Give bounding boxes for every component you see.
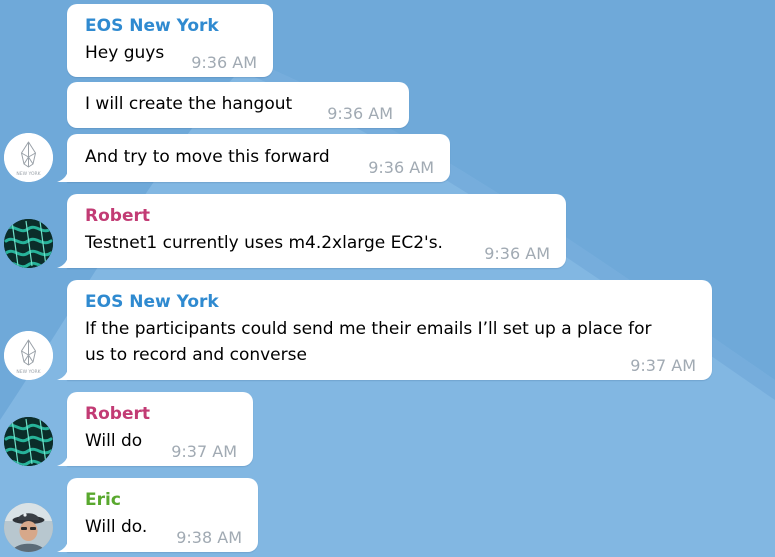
message-time: 9:36 AM [368, 158, 434, 177]
eos-new-york-logo-icon: NEW YORK [4, 133, 53, 182]
message-time: 9:36 AM [484, 244, 550, 263]
avatar-caption: NEW YORK [16, 369, 41, 375]
message-text: I will create the hangout [85, 94, 293, 114]
message-bubble[interactable]: Robert Will do 9:37 AM [57, 392, 253, 466]
message-time: 9:37 AM [171, 442, 237, 461]
bubble-tail [57, 538, 68, 552]
message-bubble[interactable]: Eric Will do. 9:38 AM [57, 478, 258, 552]
avatar-caption: NEW YORK [16, 171, 41, 177]
bubble-tail [57, 168, 68, 182]
green-pattern-avatar-icon [4, 219, 53, 268]
green-pattern-avatar-icon [4, 417, 53, 466]
message-bubble[interactable]: EOS New York If the participants could s… [57, 280, 712, 380]
message-text-line: If the participants could send me their … [85, 319, 652, 339]
bubble-tail [57, 254, 68, 268]
message-bubble[interactable]: EOS New York Hey guys 9:36 AM [67, 4, 273, 77]
message-text: Will do. [85, 517, 148, 537]
message-time: 9:36 AM [191, 53, 257, 72]
message-bubble[interactable]: And try to move this forward 9:36 AM [57, 134, 450, 182]
message-text-line: us to record and converse [85, 345, 307, 365]
message-sender[interactable]: Eric [85, 488, 121, 512]
message-sender[interactable]: EOS New York [85, 14, 219, 38]
message-text: And try to move this forward [85, 147, 330, 167]
message-time: 9:38 AM [176, 528, 242, 547]
message-text: Hey guys [85, 43, 165, 63]
eos-new-york-logo-icon: NEW YORK [4, 331, 53, 380]
message-bubble[interactable]: I will create the hangout 9:36 AM [67, 82, 409, 128]
message-time: 9:37 AM [630, 356, 696, 375]
message-sender[interactable]: Robert [85, 402, 150, 426]
message-text: Will do [85, 431, 143, 451]
sender-avatar[interactable] [4, 503, 53, 552]
sender-avatar[interactable]: NEW YORK [4, 331, 53, 380]
message-bubble[interactable]: Robert Testnet1 currently uses m4.2xlarg… [57, 194, 566, 268]
message-text: Testnet1 currently uses m4.2xlarge EC2's… [85, 233, 443, 253]
message-sender[interactable]: Robert [85, 204, 150, 228]
message-time: 9:36 AM [327, 104, 393, 123]
bubble-tail [57, 366, 68, 380]
user-photo-avatar-icon [4, 503, 53, 552]
message-sender[interactable]: EOS New York [85, 290, 219, 314]
bubble-tail [57, 452, 68, 466]
sender-avatar[interactable]: NEW YORK [4, 133, 53, 182]
sender-avatar[interactable] [4, 219, 53, 268]
sender-avatar[interactable] [4, 417, 53, 466]
chat-message-area[interactable]: EOS New York Hey guys 9:36 AM I will cre… [0, 0, 775, 557]
